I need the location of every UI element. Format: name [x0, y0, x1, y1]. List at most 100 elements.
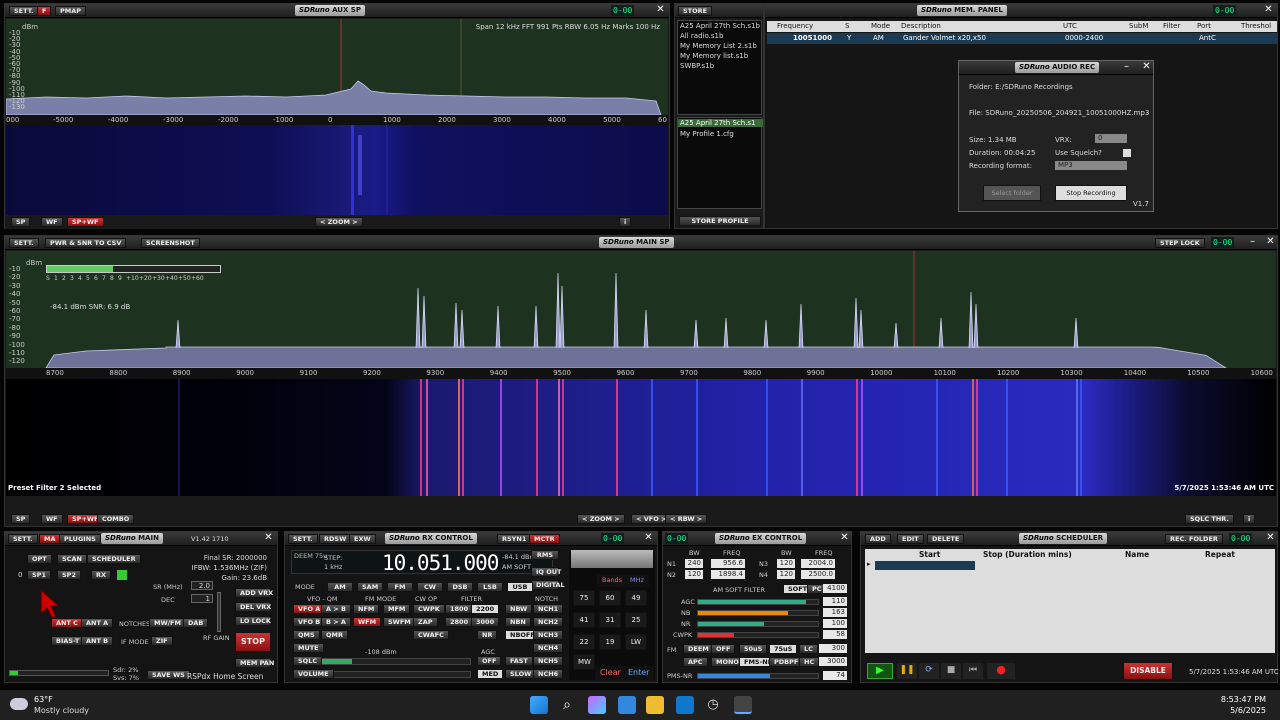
store-profile[interactable]: My Profile 1.cfg: [680, 130, 734, 138]
main-sett-button[interactable]: SETT.: [9, 238, 39, 248]
store-selected[interactable]: A25 April 27th Sch.s1: [678, 119, 763, 127]
keypad-41-button[interactable]: 41: [573, 612, 595, 628]
keypad-mw-button[interactable]: MW: [573, 654, 595, 670]
rec-folder-button[interactable]: REC. FOLDER: [1165, 534, 1223, 544]
aux-sp-button[interactable]: SP: [11, 217, 31, 227]
mode-fm-button[interactable]: FM: [387, 582, 413, 592]
rbw-button[interactable]: < RBW >: [665, 514, 708, 524]
f3000-button[interactable]: 3000: [471, 617, 500, 627]
off-button[interactable]: OFF: [477, 656, 502, 666]
rx-button[interactable]: RX: [91, 570, 112, 580]
close-icon[interactable]: ✕: [643, 533, 654, 544]
cwafc-button[interactable]: CWAFC: [413, 630, 449, 640]
mode-lsb-button[interactable]: LSB: [477, 582, 503, 592]
close-icon[interactable]: ✕: [1265, 533, 1276, 544]
rec-squelch-checkbox[interactable]: [1123, 149, 1131, 157]
list-item[interactable]: A25 April 27th Sch.s1b: [680, 22, 760, 30]
aux-waterfall[interactable]: [6, 125, 668, 215]
scan-button[interactable]: SCAN: [57, 554, 87, 564]
ex-deem-button[interactable]: DEEM: [683, 644, 714, 654]
volume-slider[interactable]: [321, 671, 471, 678]
close-icon[interactable]: ✕: [1263, 5, 1274, 16]
aux-wf-button[interactable]: WF: [41, 217, 63, 227]
digital-button[interactable]: DIGITAL: [531, 580, 565, 590]
screenshot-button[interactable]: SCREENSHOT: [141, 238, 200, 248]
btoa-button[interactable]: B > A: [321, 617, 351, 627]
atob-button[interactable]: A > B: [321, 604, 351, 614]
sched-list[interactable]: [865, 571, 1275, 653]
list-item[interactable]: All radio.s1b: [680, 32, 723, 40]
stop-icon[interactable]: ■: [941, 663, 961, 679]
rec-vrx-select[interactable]: 0: [1095, 134, 1127, 143]
mainp-sett-button[interactable]: SETT.: [8, 534, 38, 544]
del-vrx-button[interactable]: DEL VRX: [235, 602, 271, 612]
ant-b-button[interactable]: ANT B: [81, 636, 114, 646]
search-icon[interactable]: ⌕: [558, 696, 576, 714]
combo-button[interactable]: COMBO: [97, 514, 135, 524]
main-spectrum[interactable]: dBm S 1 2 3 4 5 6 7 8 9 +10 +20 +30 +40 +50 +60 -84.1 d…: [6, 251, 1276, 368]
nfm-button[interactable]: NFM: [353, 604, 380, 614]
main-sp-button[interactable]: SP: [11, 514, 31, 524]
rsyn-button[interactable]: RSYN1: [497, 534, 532, 544]
slow-button[interactable]: SLOW: [505, 669, 537, 679]
ex-n4f-field[interactable]: 2500.0: [801, 570, 835, 579]
clock-app-icon[interactable]: ◷: [704, 696, 722, 714]
nch4-button[interactable]: NCH4: [533, 643, 564, 653]
minimize-icon[interactable]: –: [1247, 237, 1258, 248]
f1800-button[interactable]: 1800: [445, 604, 474, 614]
nch2-button[interactable]: NCH2: [533, 617, 564, 627]
select-folder-button[interactable]: Select folder: [983, 185, 1041, 201]
wfm-button[interactable]: WFM: [353, 617, 382, 627]
cwpk-button[interactable]: CWPK: [413, 604, 445, 614]
keypad-lw-button[interactable]: LW: [625, 634, 647, 650]
keypad-60-button[interactable]: 60: [599, 590, 621, 606]
scheduler-button[interactable]: SCHEDULER: [87, 554, 141, 564]
keypad-75-button[interactable]: 75: [573, 590, 595, 606]
store-profile-list[interactable]: A25 April 27th Sch.s1 My Profile 1.cfg: [677, 117, 763, 209]
nbn-button[interactable]: NBN: [505, 617, 531, 627]
rx-titlebar[interactable]: SETT. RDSW EXW SDRuno RX CONTROL RSYN1 M…: [285, 532, 657, 546]
pause-icon[interactable]: ❚❚: [897, 663, 917, 679]
rewind-icon[interactable]: ⏮: [963, 663, 983, 679]
swfm-button[interactable]: SWFM: [383, 617, 416, 627]
ex-titlebar[interactable]: 0-00 SDRuno EX CONTROL ✕: [663, 532, 851, 546]
nch1-button[interactable]: NCH1: [533, 604, 564, 614]
list-item[interactable]: My Memory list.s1b: [680, 52, 748, 60]
volume-button[interactable]: VOLUME: [293, 669, 334, 679]
store-profile-button[interactable]: STORE PROFILE: [679, 216, 761, 226]
play-icon[interactable]: ▶: [867, 663, 893, 679]
close-icon[interactable]: ✕: [655, 5, 666, 16]
ex-hc-field[interactable]: 3000: [819, 657, 847, 666]
frequency-display[interactable]: DEEM 75u STEP: 1 kHz 10.051.000 -84.1 dB…: [291, 550, 553, 575]
keypad-25-button[interactable]: 25: [625, 612, 647, 628]
main-sp-titlebar[interactable]: SETT. PWR & SNR TO CSV SCREENSHOT SDRuno…: [5, 236, 1277, 250]
bias-t-button[interactable]: BIAS-T: [51, 636, 85, 646]
list-item[interactable]: SWBP.s1b: [680, 62, 714, 70]
stop-button[interactable]: STOP: [235, 632, 271, 652]
aux-spwf-button[interactable]: SP+WF: [67, 217, 104, 227]
aux-sett-button[interactable]: SETT.: [9, 6, 39, 16]
store-file-list[interactable]: A25 April 27th Sch.s1b All radio.s1b My Me…: [677, 20, 762, 115]
close-icon[interactable]: ✕: [839, 533, 850, 544]
delete-button[interactable]: DELETE: [927, 534, 965, 544]
squelch-slider[interactable]: [321, 658, 471, 665]
sr-field[interactable]: 2.0: [191, 581, 213, 590]
edit-button[interactable]: EDIT: [897, 534, 924, 544]
ex-n4bw-field[interactable]: 120: [777, 570, 795, 579]
ex-nr-slider[interactable]: [697, 621, 819, 627]
mainp-titlebar[interactable]: SETT. MA PLUGINS SDRuno MAIN V1.42 1710 …: [5, 532, 277, 546]
mode-cw-button[interactable]: CW: [417, 582, 443, 592]
disable-button[interactable]: DISABLE: [1123, 662, 1173, 680]
pwr-snr-csv-button[interactable]: PWR & SNR TO CSV: [45, 238, 127, 248]
mhz-button[interactable]: MHz: [625, 575, 649, 587]
app-icon[interactable]: [618, 696, 636, 714]
mode-am-button[interactable]: AM: [327, 582, 353, 592]
nr-button[interactable]: NR: [477, 630, 498, 640]
f2800-button[interactable]: 2800: [445, 617, 474, 627]
qmr-button[interactable]: QMR: [321, 630, 348, 640]
stop-recording-button[interactable]: Stop Recording: [1055, 185, 1127, 201]
pms-nr-slider[interactable]: [697, 673, 819, 679]
mem-pan-button[interactable]: MEM PAN: [235, 658, 274, 668]
ex-u75-button[interactable]: 75uS: [769, 644, 798, 654]
zap-button[interactable]: ZAP: [413, 617, 438, 627]
